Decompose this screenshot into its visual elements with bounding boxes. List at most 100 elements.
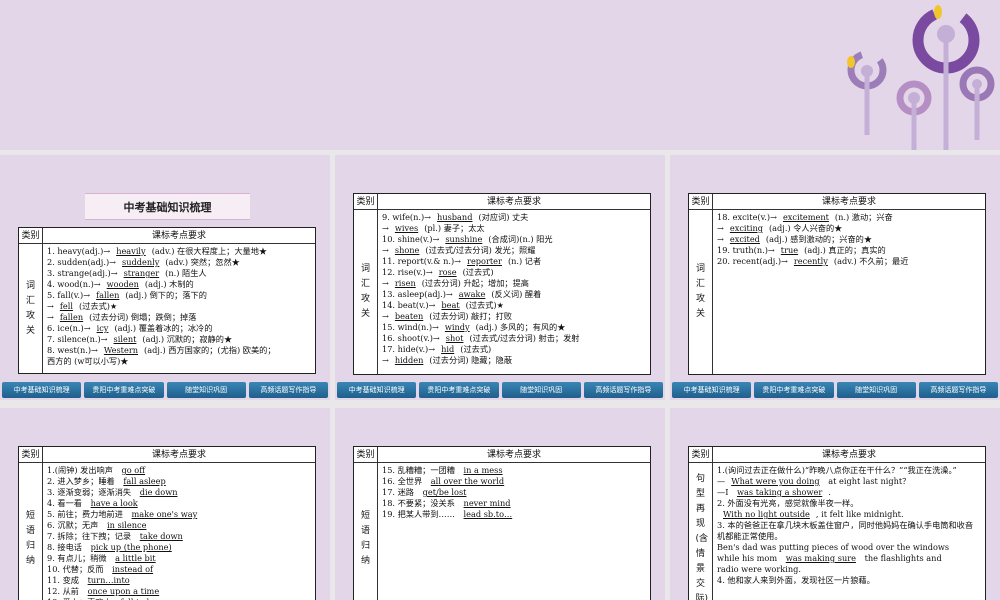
table-line: → shone (过去式/过去分词) 发光；照耀	[382, 245, 646, 256]
line-text: →	[382, 245, 389, 255]
line-text: 3. 逐渐变弱；逐渐消失	[47, 487, 134, 497]
category-label: 词汇攻关	[25, 280, 35, 336]
line-text: 15. 乱糟糟；一团糟	[382, 465, 458, 475]
table-line: 9. wife(n.)→ husband (对应词) 丈夫	[382, 212, 646, 223]
slide-thumbnail[interactable]: 中考基础知识梳理 类别 课标考点要求 词汇攻关 1. heavy(adj.)→ hea…	[0, 155, 330, 400]
answer-blank: pick up (the phone)	[90, 542, 172, 552]
table-header: 类别 课标考点要求	[689, 447, 985, 463]
line-text: 19. truth(n.)→	[717, 245, 775, 255]
line-text: →	[382, 223, 389, 233]
table-line: 6. 沉默；无声 in silence	[47, 520, 311, 531]
flower-decoration-icon	[847, 5, 995, 150]
answer-blank: beaten	[394, 311, 424, 321]
answer-blank: never mind	[463, 498, 511, 508]
nav-button[interactable]: 高频话题写作指导	[248, 382, 328, 398]
line-text: (过去式)★	[79, 301, 118, 311]
table-line: 11. report(v.& n.)→ reporter (n.) 记者	[382, 256, 646, 267]
answer-blank: Western	[103, 345, 139, 355]
line-text: 10. 代替；反而	[47, 564, 107, 574]
table-line: 3. 本的爸爸正在拿几块木板盖住窗户，同时他妈妈在确认手电筒和收音机都能正常使用…	[717, 520, 981, 542]
table-line: 19. 把某人带到…… lead sb.to…	[382, 509, 646, 520]
line-text: (过去式/过去分词) 射击；发射	[469, 333, 580, 343]
category-label: 句型再现(含情景交际)	[695, 473, 709, 600]
nav-button[interactable]: 中考基础知识梳理	[672, 382, 752, 398]
category-header: 类别	[354, 194, 378, 209]
table-header: 类别 课标考点要求	[19, 228, 315, 244]
table-line: 17. 迷路 get/be lost	[382, 487, 646, 498]
line-text: (n.) 记者	[507, 256, 542, 266]
line-text: →	[382, 311, 389, 321]
table-line: 1. heavy(adj.)→ heavily (adv.) 在很大程度上；大量地★	[47, 246, 311, 257]
answer-blank: fallen	[96, 290, 120, 300]
table-line: 4. 他和家人来到外面，发现社区一片狼藉。	[717, 575, 981, 586]
table-line: 13. asleep(adj.)→ awake (反义词) 醒着	[382, 289, 646, 300]
table-header: 类别 课标考点要求	[689, 194, 985, 210]
answer-blank: heavily	[116, 246, 146, 256]
requirements-table: 类别 课标考点要求 短语归纳 15. 乱糟糟；一团糟 in a mess 16. 全世…	[353, 446, 651, 600]
nav-button[interactable]: 随堂知识巩固	[501, 382, 581, 398]
line-text: →	[47, 312, 54, 322]
table-line: 6. ice(n.)→ icy (adj.) 覆盖着冰的；冰冷的	[47, 323, 311, 334]
nav-button[interactable]: 随堂知识巩固	[166, 382, 246, 398]
line-text: the flashlights and	[862, 553, 942, 563]
nav-button[interactable]: 随堂知识巩固	[836, 382, 916, 398]
line-text: (adj.) 西方国家的；(尤指) 欧美的；	[144, 345, 276, 355]
table-line: 3. 逐渐变弱；逐渐消失 die down	[47, 487, 311, 498]
line-text: 10. shine(v.)→	[382, 234, 440, 244]
line-text: 9. 有点儿；稍微	[47, 553, 110, 563]
slide-thumbnail[interactable]: 类别 课标考点要求 词汇攻关 9. wife(n.)→ husband (对应词) 丈夫…	[335, 155, 665, 400]
slide-thumbnail[interactable]: 类别 课标考点要求 短语归纳 1.(闹钟) 发出响声 go off 2. 进入梦乡；睡…	[0, 408, 330, 600]
category-header: 类别	[19, 447, 43, 462]
category-header: 类别	[354, 447, 378, 462]
line-text: 3. 本的爸爸正在拿几块木板盖住窗户，同时他妈妈在确认手电筒和收音机都能正常使用…	[717, 520, 974, 541]
nav-button[interactable]: 中考基础知识梳理	[337, 382, 417, 398]
line-text: (n.) 激动；兴奋	[834, 212, 893, 222]
table-line: 10. shine(v.)→ sunshine (合成词)(n.) 阳光	[382, 234, 646, 245]
table-line: 7. 拆除；往下拽；记录 take down	[47, 531, 311, 542]
table-line: 4. 看一看 have a look	[47, 498, 311, 509]
requirements-header: 课标考点要求	[151, 231, 206, 241]
requirements-table: 类别 课标考点要求 句型再现(含情景交际) 1.(询问过去正在做什么)“昨晚八点你正…	[688, 446, 986, 600]
line-text: 5. 前往；费力地前进	[47, 509, 126, 519]
requirements-table: 类别 课标考点要求 短语归纳 1.(闹钟) 发出响声 go off 2. 进入梦乡；睡…	[18, 446, 316, 600]
line-text: 18. excite(v.)→	[717, 212, 777, 222]
line-text: Ben's dad was putting pieces of wood ove…	[717, 542, 950, 552]
answer-blank: rose	[438, 267, 457, 277]
category-cell: 词汇攻关	[689, 210, 713, 374]
slide-thumbnail[interactable]: 类别 课标考点要求 词汇攻关 18. excite(v.)→ excitement (n…	[670, 155, 1000, 400]
line-text: , it felt like midnight.	[815, 509, 904, 519]
table-line: → hidden (过去分词) 隐藏；隐蔽	[382, 355, 646, 366]
answer-blank: take down	[139, 531, 183, 541]
nav-button[interactable]: 贵阳中考重难点突破	[419, 382, 499, 398]
table-line: 11. 变成 turn…into	[47, 575, 311, 586]
answer-blank: get/be lost	[422, 487, 467, 497]
line-text: .	[828, 487, 831, 497]
nav-button[interactable]: 贵阳中考重难点突破	[754, 382, 834, 398]
table-header: 类别 课标考点要求	[354, 447, 650, 463]
nav-button[interactable]: 高频话题写作指导	[918, 382, 998, 398]
nav-button[interactable]: 中考基础知识梳理	[2, 382, 82, 398]
table-line: 16. 全世界 all over the world	[382, 476, 646, 487]
table-line: 14. beat(v.)→ beat (过去式)★	[382, 300, 646, 311]
answer-blank: wooden	[106, 279, 139, 289]
line-text: 17. 迷路	[382, 487, 417, 497]
line-text: 4. 他和家人来到外面，发现社区一片狼藉。	[717, 575, 875, 585]
line-text: →	[717, 234, 724, 244]
requirements-header: 课标考点要求	[821, 450, 876, 460]
slide-thumbnail[interactable]: 类别 课标考点要求 句型再现(含情景交际) 1.(询问过去正在做什么)“昨晚八点你正…	[670, 408, 1000, 600]
answer-blank: exciting	[729, 223, 763, 233]
answer-blank: wives	[394, 223, 419, 233]
nav-button[interactable]: 贵阳中考重难点突破	[84, 382, 164, 398]
nav-button[interactable]: 高频话题写作指导	[583, 382, 663, 398]
answer-blank: suddenly	[122, 257, 160, 267]
category-cell: 词汇攻关	[19, 244, 43, 373]
answer-blank: What were you doing	[731, 476, 820, 486]
requirements-table: 类别 课标考点要求 词汇攻关 1. heavy(adj.)→ heavily (adv.…	[18, 227, 316, 374]
table-line: 8. 接电话 pick up (the phone)	[47, 542, 311, 553]
table-line: 4. wood(n.)→ wooden (adj.) 木制的	[47, 279, 311, 290]
category-label: 短语归纳	[360, 511, 370, 566]
slide-thumbnail[interactable]: 类别 课标考点要求 短语归纳 15. 乱糟糟；一团糟 in a mess 16. 全世…	[335, 408, 665, 600]
requirements-cell: 9. wife(n.)→ husband (对应词) 丈夫 → wives (pl.) 妻…	[378, 210, 650, 374]
line-text: (过去分词) 隐藏；隐蔽	[429, 355, 513, 365]
line-text: at eight last night？	[825, 476, 911, 486]
